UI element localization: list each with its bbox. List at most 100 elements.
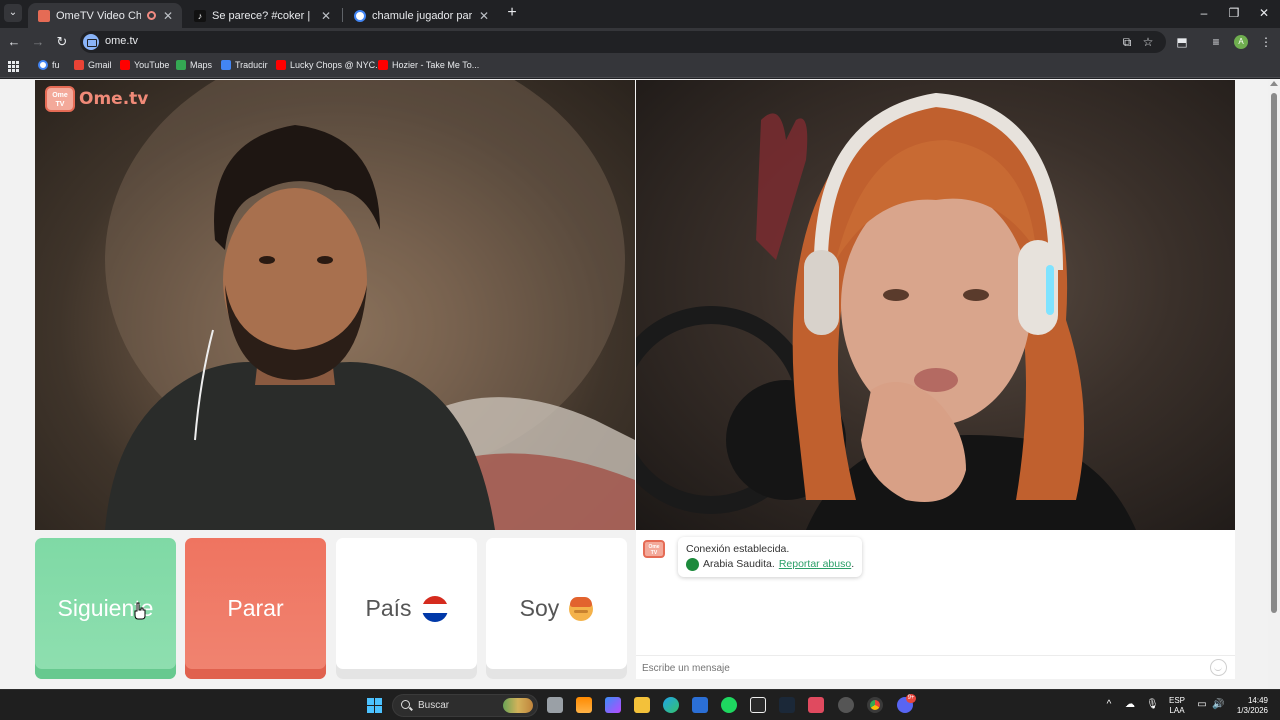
- scroll-thumb[interactable]: [1271, 93, 1277, 613]
- saudi-flag-icon: [686, 558, 699, 571]
- gender-filter-button[interactable]: Soy: [486, 538, 627, 679]
- report-suffix: .: [851, 558, 855, 570]
- bookmark-youtube[interactable]: YouTube: [120, 60, 169, 70]
- restore-icon[interactable]: ❐: [1226, 6, 1242, 20]
- ometv-logo[interactable]: Ome TV Ome.tv: [45, 86, 148, 112]
- remote-video: [636, 80, 1235, 530]
- chrome-icon[interactable]: [867, 697, 883, 713]
- bookmark-maps[interactable]: Maps: [176, 60, 212, 70]
- tab-ometv[interactable]: OmeTV Video Chat — Ome ✕: [28, 3, 182, 28]
- steam-icon[interactable]: [779, 697, 795, 713]
- tab-tiktok[interactable]: ♪ Se parece? #coker | monte eve ✕: [184, 3, 340, 28]
- youtube-icon: [276, 60, 286, 70]
- store-icon[interactable]: [692, 697, 708, 713]
- bookmarks-bar: fu Gmail YouTube Maps Traducir Lucky Cho…: [0, 56, 1280, 78]
- reload-icon[interactable]: ↻: [54, 34, 70, 50]
- menu-kebab-icon[interactable]: ⋮: [1258, 34, 1274, 50]
- site-info-icon[interactable]: [83, 34, 99, 50]
- bookmark-label: YouTube: [134, 60, 170, 70]
- local-video: Ome TV Ome.tv: [35, 80, 635, 530]
- bookmark-traducir[interactable]: Traducir: [221, 60, 268, 70]
- clock[interactable]: 14:49 1/3/2026: [1228, 696, 1268, 716]
- close-tab-icon[interactable]: ✕: [478, 9, 490, 23]
- onedrive-icon[interactable]: ☁: [1124, 699, 1136, 711]
- new-tab-button[interactable]: +: [504, 5, 520, 21]
- bookmark-gmail[interactable]: Gmail: [74, 60, 112, 70]
- maps-icon: [176, 60, 186, 70]
- extensions-icon[interactable]: ⬒: [1174, 34, 1190, 50]
- edge-icon[interactable]: [663, 697, 679, 713]
- back-arrow-icon[interactable]: ←: [6, 34, 22, 50]
- microphone-icon[interactable]: 🎙: [1146, 699, 1159, 711]
- hand-cursor-icon: [134, 602, 146, 620]
- search-icon: [401, 700, 410, 709]
- recording-icon: [147, 11, 156, 20]
- bookmark-label: fu: [52, 60, 60, 70]
- next-button[interactable]: Siguiente: [35, 538, 176, 679]
- chat-input-bar: [636, 655, 1235, 679]
- bookmark-label: Traducir: [235, 60, 268, 70]
- male-avatar-icon: [569, 596, 594, 621]
- search-highlight-image: [503, 698, 533, 713]
- bookmark-label: Gmail: [88, 60, 112, 70]
- copilot-icon[interactable]: [605, 697, 621, 713]
- message-input[interactable]: [642, 660, 1202, 676]
- connection-status-text: Conexión establecida.: [686, 543, 790, 555]
- bookmark-star-icon[interactable]: ☆: [1141, 35, 1155, 49]
- tab-divider: [342, 8, 343, 22]
- youtube-icon: [378, 60, 388, 70]
- url-text: ome.tv: [105, 35, 139, 47]
- profile-avatar[interactable]: A: [1234, 35, 1248, 49]
- close-tab-icon[interactable]: ✕: [162, 9, 174, 23]
- install-app-icon[interactable]: ⧉: [1120, 35, 1134, 49]
- bookmark-lucky-chops[interactable]: Lucky Chops @ NYC...: [276, 60, 383, 70]
- system-message: Conexión establecida. Arabia Saudita. Re…: [678, 537, 863, 577]
- epic-games-icon[interactable]: [750, 697, 766, 713]
- partner-country-text: Arabia Saudita.: [703, 558, 775, 570]
- windows-taskbar: Buscar 9+ ^ ☁ 🎙 ESP LAA ▭ 🔊 14:49 1/3/20…: [0, 689, 1280, 720]
- bookmark-hozier[interactable]: Hozier - Take Me To...: [378, 60, 479, 70]
- minimize-icon[interactable]: –: [1196, 6, 1212, 20]
- page-scrollbar[interactable]: [1268, 79, 1280, 689]
- report-abuse-link[interactable]: Reportar abuso: [779, 558, 851, 570]
- forward-arrow-icon[interactable]: →: [30, 34, 46, 50]
- tab-google-search[interactable]: chamule jugador paraguayo - B ✕: [344, 3, 498, 28]
- close-tab-icon[interactable]: ✕: [320, 9, 332, 23]
- taskbar-search[interactable]: Buscar: [392, 694, 538, 717]
- tv-logo-icon: Ome TV: [45, 86, 75, 112]
- address-bar[interactable]: ome.tv ⧉ ☆: [80, 31, 1166, 53]
- stop-button[interactable]: Parar: [185, 538, 326, 679]
- bookmark-label: Hozier - Take Me To...: [392, 60, 480, 70]
- browser-toolbar: ← → ↻ ome.tv ⧉ ☆ ⬒ ≡ A ⋮: [0, 28, 1280, 56]
- youtube-icon: [120, 60, 130, 70]
- close-window-icon[interactable]: ✕: [1256, 6, 1272, 20]
- google-icon: [38, 60, 48, 70]
- network-icon[interactable]: ▭: [1196, 699, 1208, 711]
- emoji-smile-icon[interactable]: [1210, 659, 1227, 676]
- tiktok-favicon-icon: ♪: [194, 9, 206, 22]
- ometv-page: Ome TV Ome.tv Siguiente Parar País Soy O…: [0, 79, 1280, 689]
- tab-search-button[interactable]: ⌄: [4, 4, 22, 22]
- paraguay-flag-icon: [421, 595, 448, 622]
- task-view-icon[interactable]: [547, 697, 563, 713]
- app-icon[interactable]: [838, 697, 854, 713]
- spotify-icon[interactable]: [721, 697, 737, 713]
- windows-start-icon[interactable]: [367, 698, 382, 713]
- pocket-icon[interactable]: [808, 697, 824, 713]
- translate-icon: [221, 60, 231, 70]
- ometv-chat-logo-icon: Ome TV: [643, 540, 665, 558]
- apps-grid-icon[interactable]: [8, 61, 19, 72]
- bookmark-fu[interactable]: fu: [38, 60, 60, 70]
- scroll-up-arrow-icon[interactable]: [1270, 81, 1278, 86]
- volume-icon[interactable]: 🔊: [1212, 699, 1224, 711]
- country-filter-button[interactable]: País: [336, 538, 477, 679]
- discord-notification-badge: 9+: [906, 694, 916, 703]
- file-explorer-icon[interactable]: [634, 697, 650, 713]
- local-video-frame: [105, 80, 635, 530]
- logo-text: Ome.tv: [79, 89, 149, 109]
- gender-label: Soy: [519, 595, 560, 621]
- vlc-icon[interactable]: [576, 697, 592, 713]
- tray-overflow-icon[interactable]: ^: [1103, 699, 1115, 711]
- media-controls-icon[interactable]: ≡: [1208, 34, 1224, 50]
- language-indicator[interactable]: ESP LAA: [1166, 696, 1188, 716]
